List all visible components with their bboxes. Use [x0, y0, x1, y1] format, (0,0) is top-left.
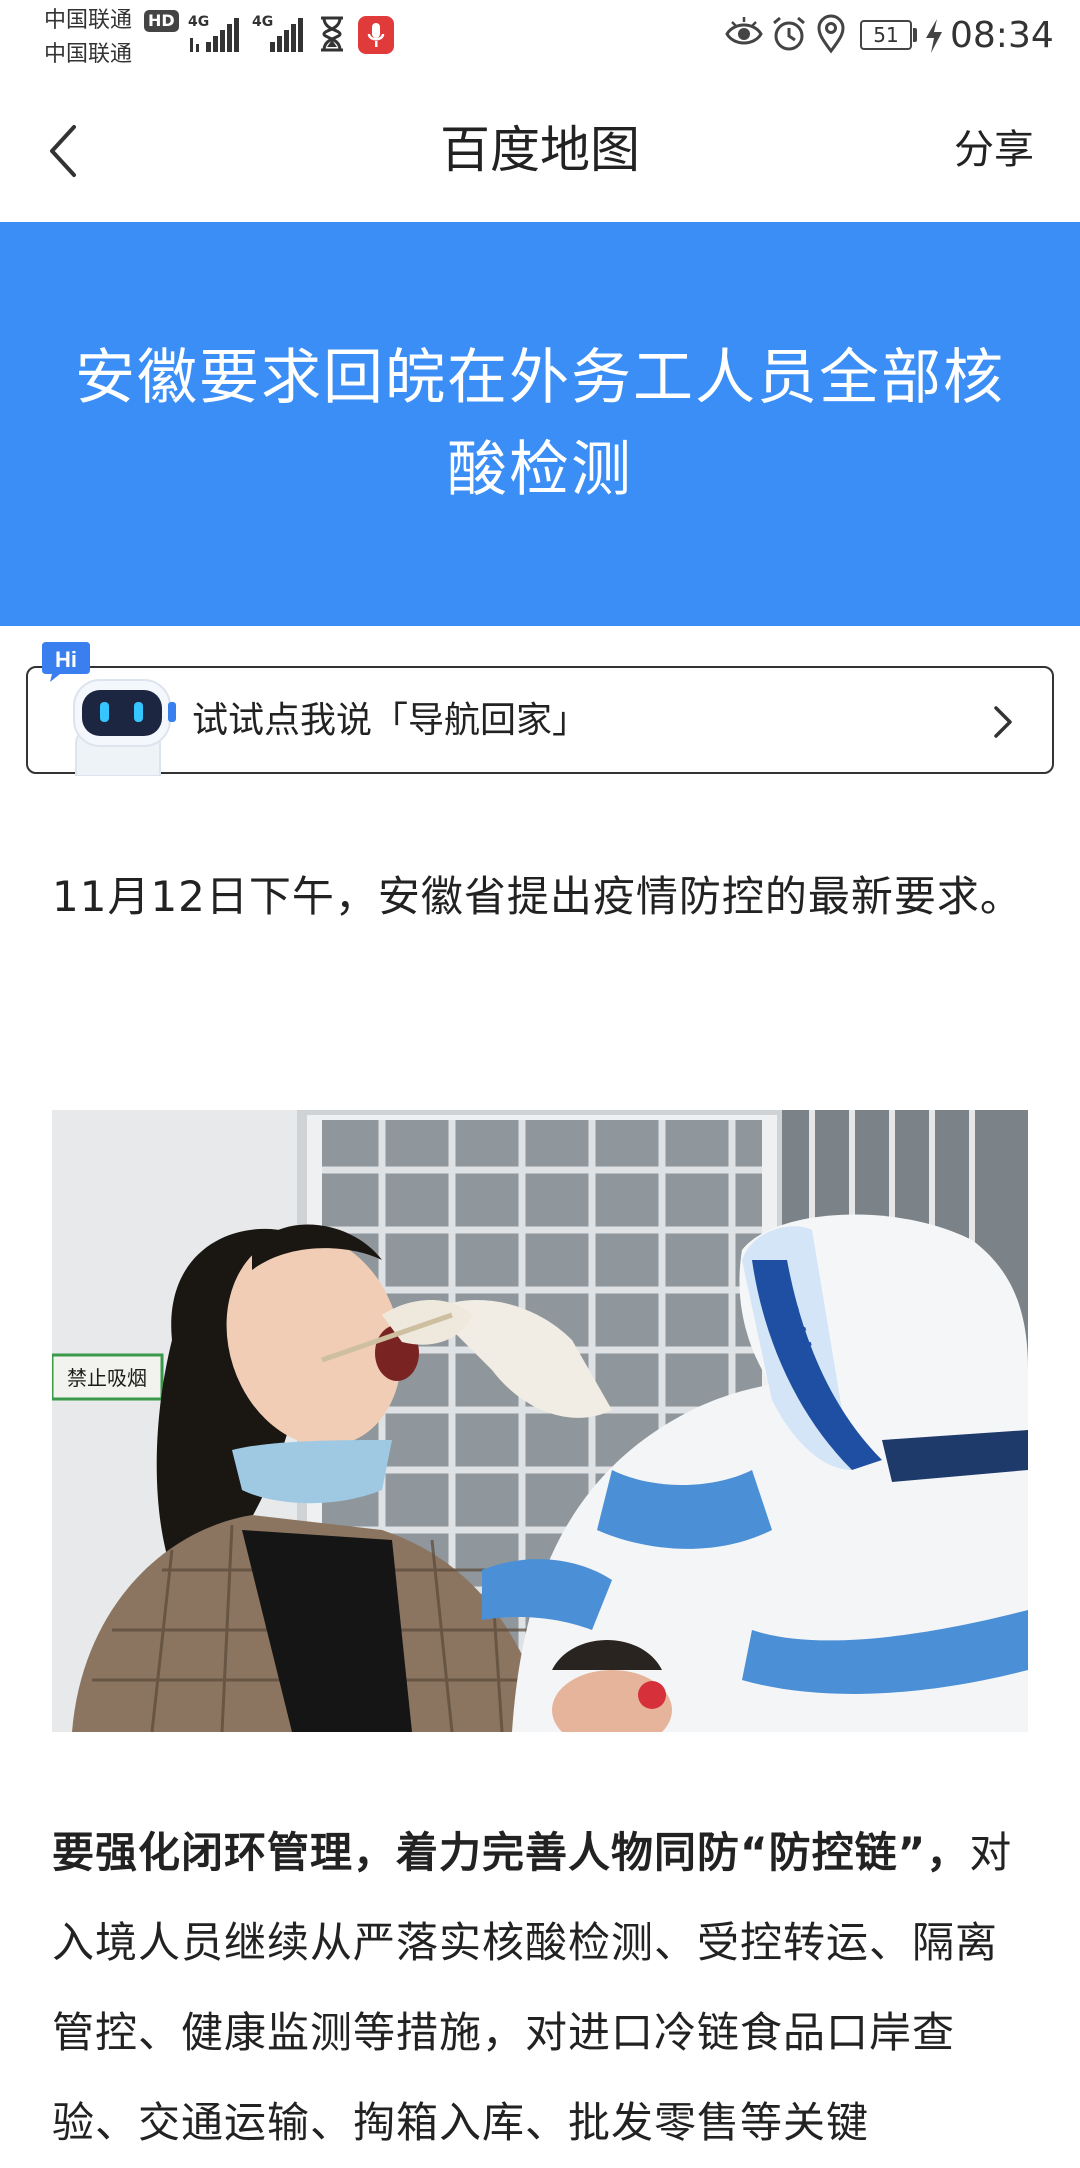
chevron-right-icon: [994, 706, 1012, 738]
robot-assistant-icon: Hi: [42, 642, 176, 776]
article-photo: 禁止吸烟 Shield: [52, 1110, 1028, 1732]
hourglass-icon: [321, 16, 343, 52]
share-button[interactable]: 分享: [954, 122, 1034, 178]
page-title: 百度地图: [440, 121, 640, 179]
hd-badge: HD: [144, 10, 179, 32]
paragraph-lead-bold: 要强化闭环管理，着力完善人物同防“防控链”，: [52, 1828, 970, 1877]
hi-badge: Hi: [55, 647, 77, 672]
microphone-icon: [358, 16, 394, 54]
no-smoking-sign: 禁止吸烟: [67, 1366, 147, 1390]
nav-bar: 百度地图 分享: [0, 76, 1080, 222]
article-paragraph-2: 要强化闭环管理，着力完善人物同防“防控链”，对入境人员继续从严落实核酸检测、受控…: [52, 1808, 1032, 2168]
signal-strength-icon: [270, 18, 303, 52]
clock: 08:34: [950, 15, 1054, 56]
carrier-label-1: 中国联通: [44, 8, 133, 33]
carrier-label-2: 中国联通: [44, 42, 133, 67]
article-header: 安徽要求回皖在外务工人员全部核酸检测: [0, 222, 1080, 626]
nucleic-acid-test-photo: 禁止吸烟 Shield: [52, 1110, 1028, 1732]
alarm-icon: [773, 16, 805, 51]
charging-bolt-icon: [926, 19, 942, 53]
article-paragraph-1: 11月12日下午，安徽省提出疫情防控的最新要求。: [52, 872, 1023, 921]
eye-icon: [725, 17, 763, 45]
signal-strength-icon: [190, 18, 239, 52]
battery-icon: 51: [860, 20, 912, 50]
location-icon: [817, 14, 845, 54]
article-title: 安徽要求回皖在外务工人员全部核酸检测: [75, 343, 1005, 505]
status-bar: 中国联通 HD 中国联通 4G 4G 51 08:34: [0, 0, 1080, 76]
assistant-prompt-text: 试试点我说「导航回家」: [192, 700, 589, 741]
battery-tip: [913, 28, 917, 42]
